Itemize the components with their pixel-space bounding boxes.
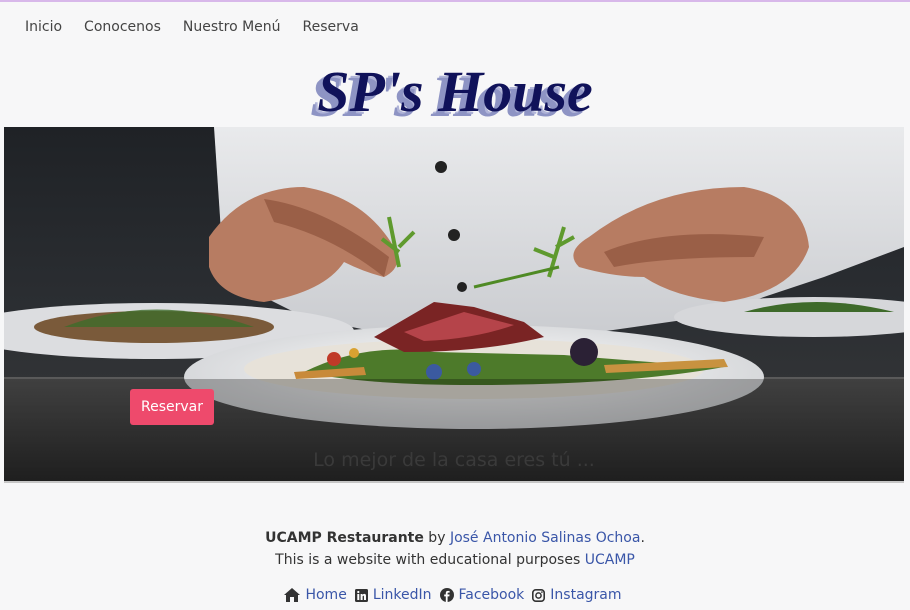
social-home-label: Home bbox=[305, 587, 347, 603]
site-footer: UCAMP Restaurante by José Antonio Salina… bbox=[0, 483, 910, 603]
footer-purpose-text: This is a website with educational purpo… bbox=[275, 552, 585, 568]
hero-tagline: Lo mejor de la casa eres tú ... bbox=[313, 449, 595, 471]
hero-banner: Reservar Lo mejor de la casa eres tú ... bbox=[4, 127, 904, 481]
hero-image bbox=[4, 127, 904, 481]
site-logo: SP's House bbox=[317, 59, 593, 124]
nav-reserva[interactable]: Reserva bbox=[303, 18, 359, 36]
reservar-button[interactable]: Reservar bbox=[130, 389, 214, 425]
social-home-link[interactable]: Home bbox=[284, 587, 347, 603]
footer-brand: UCAMP Restaurante bbox=[265, 530, 424, 546]
footer-period: . bbox=[640, 530, 645, 546]
footer-author-link[interactable]: José Antonio Salinas Ochoa bbox=[450, 530, 641, 546]
social-instagram-link[interactable]: Instagram bbox=[532, 587, 622, 603]
nav-conocenos[interactable]: Conocenos bbox=[84, 18, 161, 36]
social-facebook-label: Facebook bbox=[458, 587, 525, 603]
nav-inicio[interactable]: Inicio bbox=[25, 18, 62, 36]
social-facebook-link[interactable]: Facebook bbox=[439, 587, 525, 603]
linkedin-icon bbox=[354, 588, 368, 602]
footer-by: by bbox=[423, 530, 450, 546]
social-linkedin-link[interactable]: LinkedIn bbox=[354, 587, 432, 603]
footer-credit: UCAMP Restaurante by José Antonio Salina… bbox=[0, 528, 910, 548]
instagram-icon bbox=[532, 588, 546, 602]
facebook-icon bbox=[439, 588, 454, 602]
social-links: Home LinkedIn Facebook Instagram bbox=[0, 587, 910, 603]
top-nav: Inicio Conocenos Nuestro Menú Reserva bbox=[25, 18, 381, 36]
social-instagram-label: Instagram bbox=[550, 587, 622, 603]
nav-nuestro-menu[interactable]: Nuestro Menú bbox=[183, 18, 281, 36]
footer-ucamp-link[interactable]: UCAMP bbox=[585, 552, 635, 568]
home-icon bbox=[284, 588, 301, 602]
social-linkedin-label: LinkedIn bbox=[372, 587, 432, 603]
footer-purpose: This is a website with educational purpo… bbox=[0, 550, 910, 570]
